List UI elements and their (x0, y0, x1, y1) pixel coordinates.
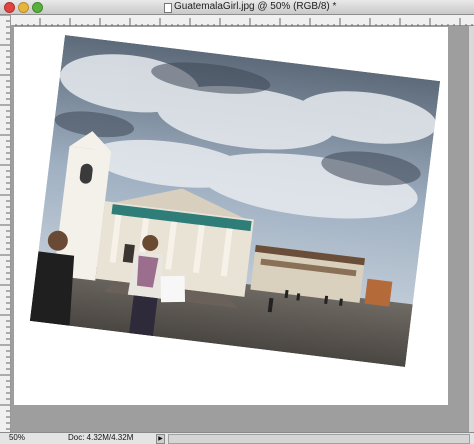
document-canvas[interactable] (14, 27, 448, 405)
vertical-ruler[interactable] (0, 14, 11, 432)
document-icon (164, 3, 172, 13)
zoom-window-icon[interactable] (32, 2, 43, 13)
window-title-text: GuatemalaGirl.jpg @ 50% (RGB/8) (174, 1, 330, 12)
title-bar[interactable]: GuatemalaGirl.jpg @ 50% (RGB/8) * (0, 0, 474, 15)
vertical-ruler-ticks (0, 14, 10, 430)
document-info: Doc: 4.32M/4.32M (68, 433, 134, 442)
minimize-window-icon[interactable] (18, 2, 29, 13)
zoom-level-field[interactable]: 50% (2, 433, 32, 443)
close-window-icon[interactable] (4, 2, 15, 13)
rotated-photo[interactable] (29, 35, 441, 367)
status-bar: 50% Doc: 4.32M/4.32M ▶ (0, 432, 474, 444)
vertical-scrollbar[interactable] (468, 26, 474, 432)
horizontal-ruler[interactable] (9, 15, 474, 28)
modified-marker: * (332, 1, 337, 12)
window-title: GuatemalaGirl.jpg @ 50% (RGB/8) * (174, 1, 336, 12)
